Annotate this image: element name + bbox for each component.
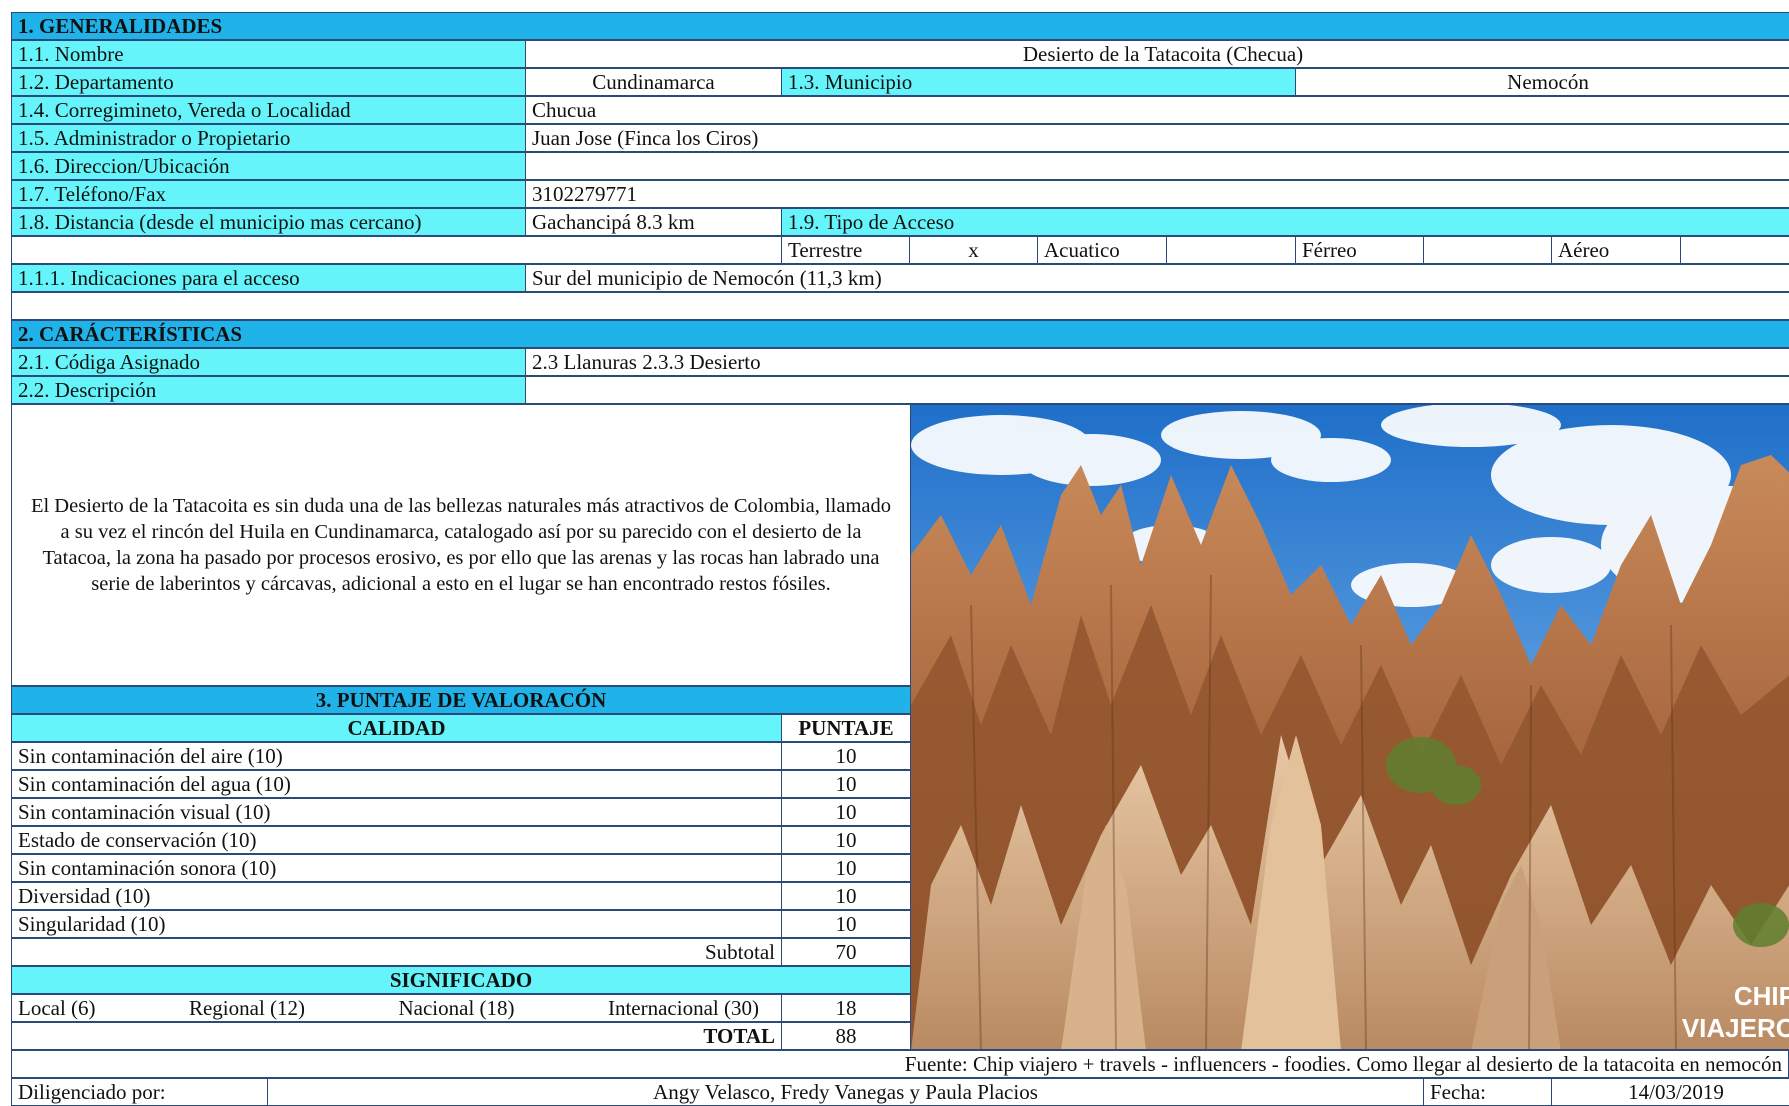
criterio-row: Singularidad (10) [11, 910, 782, 938]
subtotal-value: 70 [781, 938, 911, 966]
acceso-terrestre-label: Terrestre [781, 236, 910, 264]
acceso-acuatico-mark [1166, 236, 1296, 264]
criterio-score: 10 [781, 742, 911, 770]
calidad-header: CALIDAD [11, 714, 782, 742]
section-3-header: 3. PUNTAJE DE VALORACÓN [11, 686, 911, 714]
criterio-row: Sin contaminación del aire (10) [11, 742, 782, 770]
direccion-value [525, 152, 1789, 180]
criterio-row: Estado de conservación (10) [11, 826, 782, 854]
criterio-row: Sin contaminación sonora (10) [11, 854, 782, 882]
significado-value: 18 [781, 994, 911, 1022]
acceso-aereo-label: Aéreo [1551, 236, 1681, 264]
fecha-label: Fecha: [1423, 1078, 1552, 1106]
criterio-score: 10 [781, 798, 911, 826]
descripcion-label: 2.2. Descripción [11, 376, 526, 404]
acceso-label: 1.9. Tipo de Acceso [781, 208, 1789, 236]
corregimiento-label: 1.4. Corregimineto, Vereda o Localidad [11, 96, 526, 124]
section-2-header: 2. CARÁCTERÍSTICAS [11, 320, 1789, 348]
telefono-label: 1.7. Teléfono/Fax [11, 180, 526, 208]
watermark-line-1: CHIP [1734, 981, 1789, 1011]
acceso-spacer [11, 236, 782, 264]
nombre-label: 1.1. Nombre [11, 40, 526, 68]
distancia-label: 1.8. Distancia (desde el municipio mas c… [11, 208, 526, 236]
criterio-score: 10 [781, 826, 911, 854]
criterio-score: 10 [781, 770, 911, 798]
descripcion-text: El Desierto de la Tatacoita es sin duda … [11, 404, 911, 686]
fecha-value: 14/03/2019 [1551, 1078, 1789, 1106]
desert-rocks-image: CHIP VIAJERO [911, 405, 1789, 1049]
criterio-row: Sin contaminación visual (10) [11, 798, 782, 826]
criterio-score: 10 [781, 882, 911, 910]
departamento-value: Cundinamarca [525, 68, 782, 96]
significado-nacional: Nacional (18) [398, 995, 515, 1020]
blank-row [11, 292, 1789, 320]
watermark-line-2: VIAJERO [1682, 1013, 1789, 1043]
landscape-photo: CHIP VIAJERO [910, 404, 1789, 1050]
municipio-value: Nemocón [1295, 68, 1789, 96]
acceso-acuatico-label: Acuatico [1037, 236, 1167, 264]
criterio-score: 10 [781, 854, 911, 882]
nombre-value: Desierto de la Tatacoita (Checua) [525, 40, 1789, 68]
direccion-label: 1.6. Direccion/Ubicación [11, 152, 526, 180]
descripcion-header-blank [525, 376, 1789, 404]
telefono-value: 3102279771 [525, 180, 1789, 208]
distancia-value: Gachancipá 8.3 km [525, 208, 782, 236]
codigo-label: 2.1. Códiga Asignado [11, 348, 526, 376]
significado-header: SIGNIFICADO [11, 966, 911, 994]
corregimiento-value: Chucua [525, 96, 1789, 124]
administrador-value: Juan Jose (Finca los Ciros) [525, 124, 1789, 152]
puntaje-header: PUNTAJE [781, 714, 911, 742]
criterio-score: 10 [781, 910, 911, 938]
subtotal-label: Subtotal [11, 938, 782, 966]
codigo-value: 2.3 Llanuras 2.3.3 Desierto [525, 348, 1789, 376]
significado-regional: Regional (12) [188, 995, 306, 1020]
indicaciones-label: 1.1.1. Indicaciones para el acceso [11, 264, 526, 292]
diligenciado-value: Angy Velasco, Fredy Vanegas y Paula Plac… [267, 1078, 1424, 1106]
acceso-ferreo-mark [1423, 236, 1552, 264]
significado-local: Local (6) [18, 995, 96, 1020]
municipio-label: 1.3. Municipio [781, 68, 1296, 96]
significado-options: Local (6) Regional (12) Nacional (18) In… [11, 994, 782, 1022]
total-value: 88 [781, 1022, 911, 1050]
significado-internacional: Internacional (30) [607, 995, 759, 1020]
section-1-header: 1. GENERALIDADES [11, 12, 1789, 40]
total-label: TOTAL [11, 1022, 782, 1050]
acceso-ferreo-label: Férreo [1295, 236, 1424, 264]
indicaciones-value: Sur del municipio de Nemocón (11,3 km) [525, 264, 1789, 292]
criterio-row: Sin contaminación del agua (10) [11, 770, 782, 798]
administrador-label: 1.5. Administrador o Propietario [11, 124, 526, 152]
acceso-aereo-mark [1680, 236, 1789, 264]
acceso-terrestre-mark: x [909, 236, 1038, 264]
departamento-label: 1.2. Departamento [11, 68, 526, 96]
criterio-row: Diversidad (10) [11, 882, 782, 910]
fuente-text: Fuente: Chip viajero + travels - influen… [11, 1050, 1789, 1078]
diligenciado-label: Diligenciado por: [11, 1078, 268, 1106]
